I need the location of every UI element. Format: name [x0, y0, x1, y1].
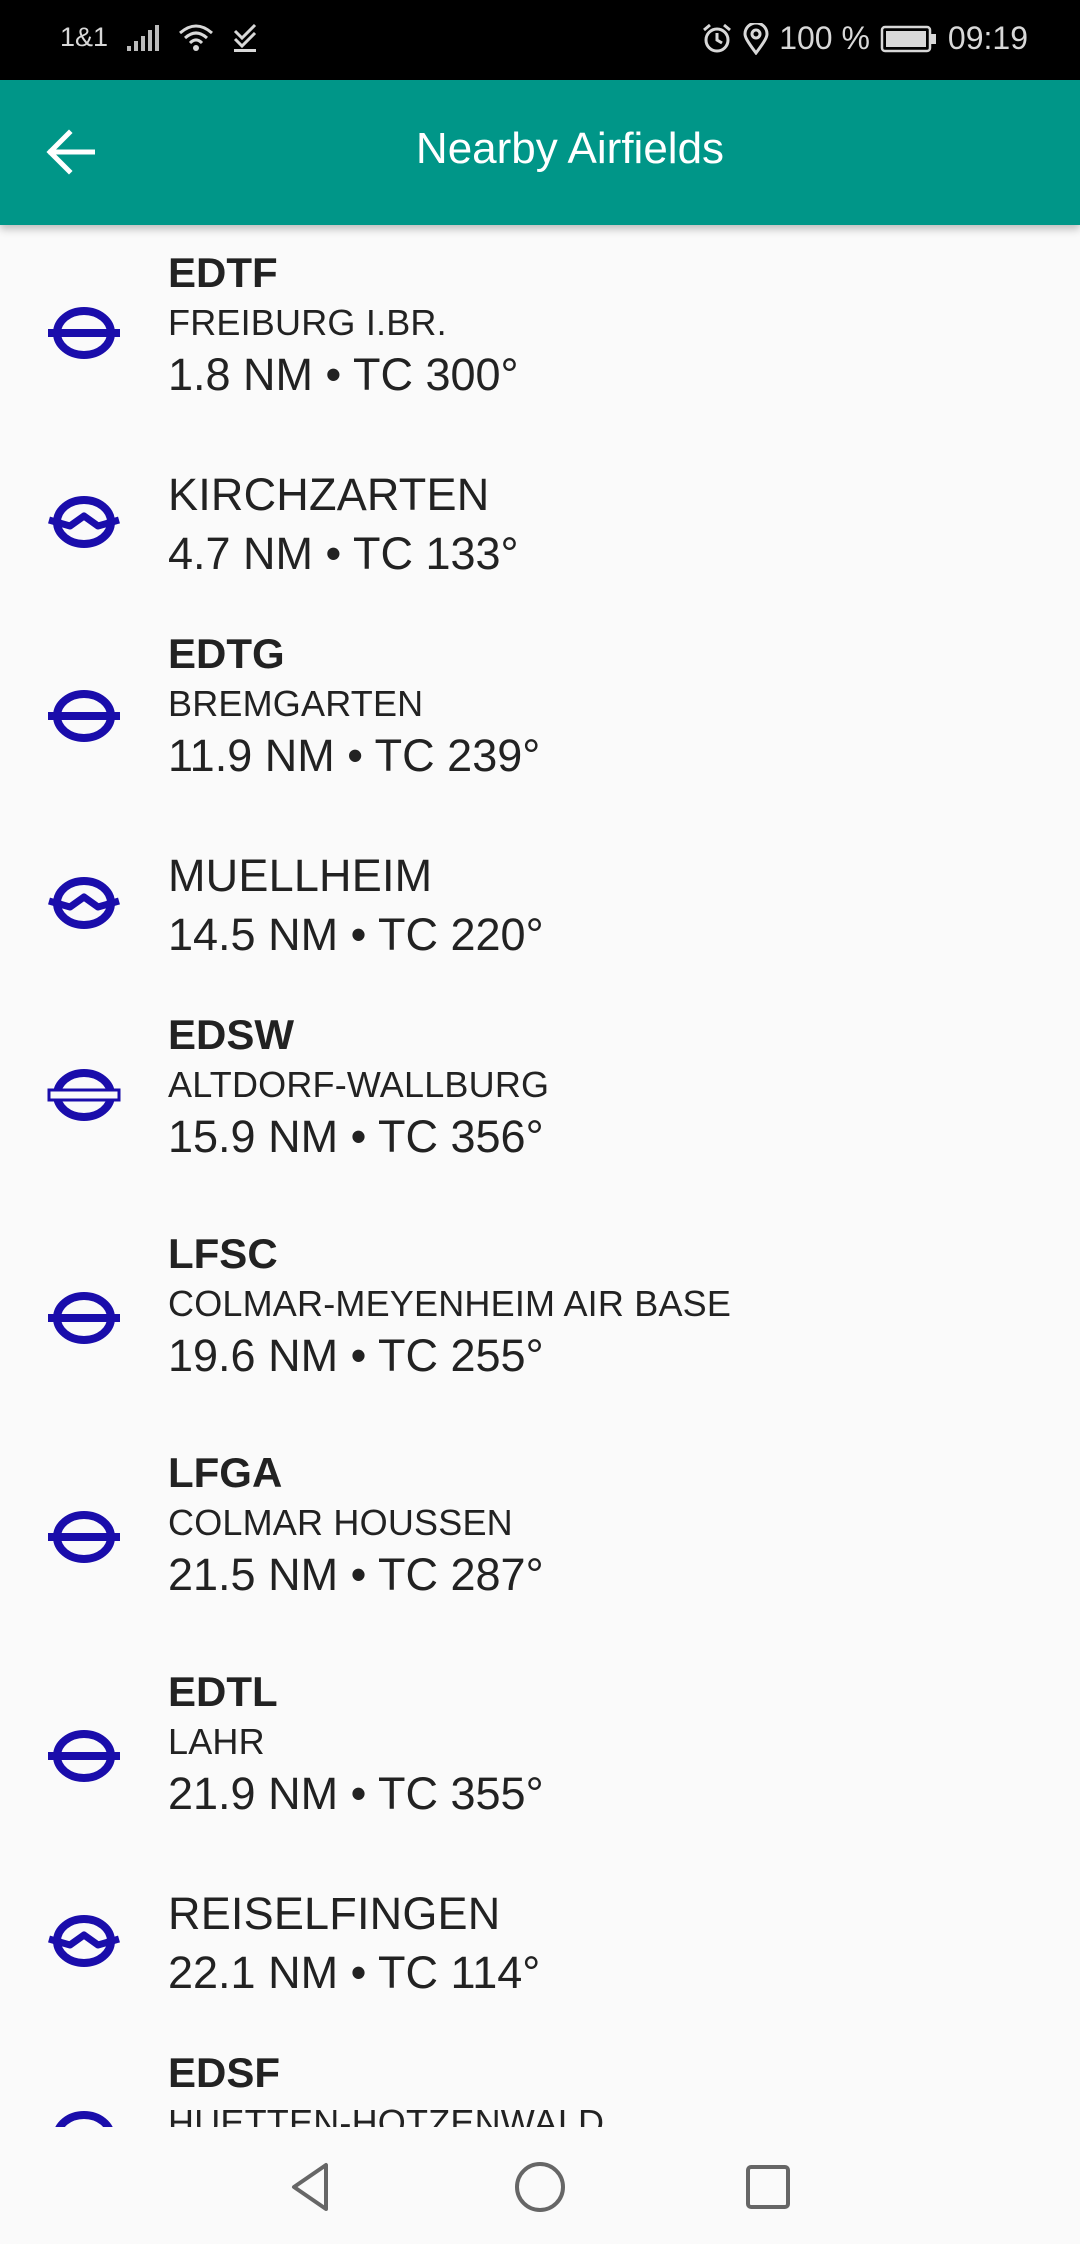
clock: 09:19 [947, 20, 1028, 56]
airport-icon [55, 2111, 113, 2127]
list-item[interactable]: REISELFINGEN 22.1 NM • TC 114° [0, 1863, 1080, 2025]
status-left: 1&1 [60, 22, 258, 53]
wifi-icon [179, 24, 214, 51]
location-icon [743, 22, 769, 55]
airfield-distance: 1.8 NM • TC 300° [168, 349, 519, 400]
list-item[interactable]: EDSF HUETTEN-HOTZENWALD [0, 2025, 1080, 2127]
airfield-icon [47, 1069, 121, 1121]
battery-percent: 100 % [779, 20, 870, 56]
signal-icon [127, 24, 160, 51]
app-bar: Nearby Airfields [0, 80, 1080, 225]
airfield-ident: EDSF [168, 2049, 281, 2096]
list-item[interactable]: MUELLHEIM 14.5 NM • TC 220° [0, 825, 1080, 987]
airport-icon [48, 690, 120, 742]
home-circle-icon[interactable] [510, 2157, 570, 2217]
page-title: Nearby Airfields [415, 124, 725, 173]
airfield-distance: 21.5 NM • TC 287° [168, 1549, 544, 1600]
list-item[interactable]: EDTF FREIBURG I.BR. 1.8 NM • TC 300° [0, 225, 1080, 444]
list-item[interactable]: KIRCHZARTEN 4.7 NM • TC 133° [0, 444, 1080, 606]
battery-icon [880, 25, 936, 52]
airfield-name: ALTDORF-WALLBURG [168, 1064, 550, 1105]
airfield-distance: 22.1 NM • TC 114° [168, 1947, 541, 1998]
airfield-name: FREIBURG I.BR. [168, 302, 447, 343]
glider-site-icon [48, 496, 120, 548]
airfield-distance: 4.7 NM • TC 133° [168, 528, 519, 579]
system-nav-bar [0, 2127, 1080, 2244]
glider-site-icon [48, 877, 120, 929]
airfield-ident: EDTF [168, 249, 278, 296]
airfield-name: BREMGARTEN [168, 683, 424, 724]
list-item[interactable]: EDSW ALTDORF-WALLBURG 15.9 NM • TC 356° [0, 987, 1080, 1206]
alarm-icon [703, 23, 732, 52]
airfield-name: REISELFINGEN [168, 1888, 501, 1939]
airport-icon [48, 1730, 120, 1782]
download-done-icon [233, 23, 257, 52]
status-bar: 1&1 100 % 09:19 [0, 0, 1080, 80]
list-item[interactable]: LFGA COLMAR HOUSSEN 21.5 NM • TC 287° [0, 1425, 1080, 1644]
airfield-distance: 11.9 NM • TC 239° [168, 730, 541, 781]
airfield-distance: 21.9 NM • TC 355° [168, 1768, 544, 1819]
airfield-name: LAHR [168, 1721, 265, 1762]
back-triangle-icon[interactable] [282, 2157, 342, 2217]
airfield-name: COLMAR HOUSSEN [168, 1502, 513, 1543]
list-item[interactable]: EDTG BREMGARTEN 11.9 NM • TC 239° [0, 606, 1080, 825]
carrier-label: 1&1 [60, 22, 109, 52]
airfield-name: COLMAR-MEYENHEIM AIR BASE [168, 1283, 732, 1324]
airfield-name: HUETTEN-HOTZENWALD [168, 2102, 605, 2127]
airfield-ident: EDTG [168, 630, 285, 677]
airfield-distance: 15.9 NM • TC 356° [168, 1111, 544, 1162]
recents-square-icon[interactable] [738, 2157, 798, 2217]
airport-icon [48, 307, 120, 359]
airfield-name: MUELLHEIM [168, 850, 433, 901]
airport-icon [48, 1292, 120, 1344]
airfield-ident: LFGA [168, 1449, 283, 1496]
airfield-ident: EDTL [168, 1668, 278, 1715]
list-item[interactable]: EDTL LAHR 21.9 NM • TC 355° [0, 1644, 1080, 1863]
airfield-distance: 14.5 NM • TC 220° [168, 909, 544, 960]
airfield-distance: 19.6 NM • TC 255° [168, 1330, 544, 1381]
airfield-list[interactable]: EDTF FREIBURG I.BR. 1.8 NM • TC 300° KIR… [0, 225, 1080, 2127]
glider-site-icon [48, 1915, 120, 1967]
airfield-name: KIRCHZARTEN [168, 469, 490, 520]
airfield-ident: EDSW [168, 1011, 294, 1058]
airfield-ident: LFSC [168, 1230, 278, 1277]
status-right: 100 % 09:19 [701, 20, 1028, 57]
airport-icon [48, 1511, 120, 1563]
list-item[interactable]: LFSC COLMAR-MEYENHEIM AIR BASE 19.6 NM •… [0, 1206, 1080, 1425]
